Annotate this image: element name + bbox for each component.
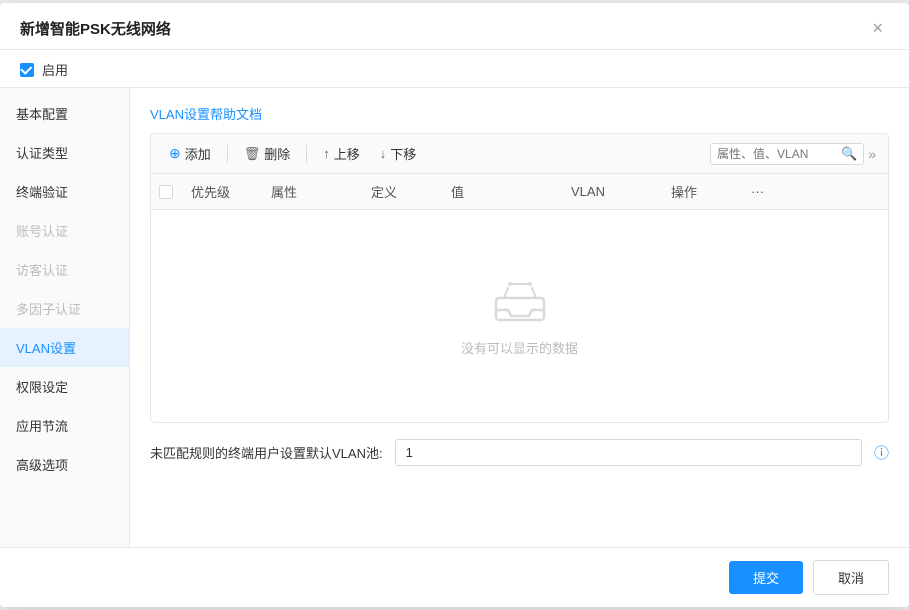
search-input[interactable]	[717, 144, 837, 164]
bottom-section: 未匹配规则的终端用户设置默认VLAN池: ⓘ	[150, 439, 889, 466]
table-container: 优先级 属性 定义 值 VLAN 操作 ···	[150, 173, 889, 423]
move-down-label: 下移	[390, 144, 416, 163]
sidebar-item-auth-type[interactable]: 认证类型	[0, 133, 129, 172]
sidebar-item-mfa: 多因子认证	[0, 289, 129, 328]
col-action: 操作	[663, 182, 743, 201]
sidebar-item-permissions[interactable]: 权限设定	[0, 367, 129, 406]
dialog-title: 新增智能PSK无线网络	[20, 18, 171, 39]
main-content: VLAN设置帮助文档 ⊕ 添加 🗑 删除 ↑ 上移 ↓	[130, 88, 909, 547]
sidebar-item-app-qos[interactable]: 应用节流	[0, 406, 129, 445]
col-attribute: 属性	[263, 182, 363, 201]
separator-1	[227, 145, 228, 163]
default-vlan-input[interactable]	[395, 439, 862, 466]
add-icon: ⊕	[169, 145, 181, 162]
sidebar: 基本配置 认证类型 终端验证 账号认证 访客认证 多因子认证 VLAN设置 权限…	[0, 88, 130, 547]
dialog-header: 新增智能PSK无线网络 ×	[0, 3, 909, 50]
dialog-footer: 提交 取消	[0, 547, 909, 607]
enable-checkbox[interactable]	[20, 63, 34, 77]
move-up-icon: ↑	[323, 146, 330, 161]
col-definition: 定义	[363, 182, 443, 201]
col-checkbox	[151, 185, 183, 199]
enable-row: 启用	[0, 50, 909, 87]
vlan-help-link[interactable]: VLAN设置帮助文档	[150, 104, 262, 123]
expand-icon[interactable]: »	[864, 146, 880, 162]
table-header: 优先级 属性 定义 值 VLAN 操作 ···	[151, 174, 888, 210]
sidebar-item-account-auth: 账号认证	[0, 211, 129, 250]
sidebar-item-terminal-auth[interactable]: 终端验证	[0, 172, 129, 211]
col-vlan: VLAN	[563, 184, 663, 199]
sidebar-item-advanced[interactable]: 高级选项	[0, 445, 129, 484]
default-vlan-label: 未匹配规则的终端用户设置默认VLAN池:	[150, 443, 383, 462]
delete-button[interactable]: 🗑 删除	[234, 140, 301, 167]
sidebar-item-vlan[interactable]: VLAN设置	[0, 328, 129, 367]
empty-text: 没有可以显示的数据	[461, 338, 578, 357]
sidebar-item-guest-auth: 访客认证	[0, 250, 129, 289]
close-button[interactable]: ×	[866, 17, 889, 39]
delete-label: 删除	[264, 144, 290, 163]
empty-data-icon	[488, 274, 552, 326]
cancel-button[interactable]: 取消	[813, 560, 889, 595]
move-up-button[interactable]: ↑ 上移	[313, 140, 370, 167]
submit-button[interactable]: 提交	[729, 561, 803, 594]
search-icon[interactable]: 🔍	[841, 146, 857, 162]
sidebar-item-basic[interactable]: 基本配置	[0, 94, 129, 133]
col-more: ···	[743, 184, 783, 199]
add-label: 添加	[185, 144, 211, 163]
separator-2	[306, 145, 307, 163]
delete-icon: 🗑	[244, 146, 261, 162]
col-value: 值	[443, 182, 563, 201]
add-button[interactable]: ⊕ 添加	[159, 140, 221, 167]
move-down-button[interactable]: ↓ 下移	[370, 140, 427, 167]
enable-label: 启用	[42, 60, 68, 79]
info-icon[interactable]: ⓘ	[874, 442, 889, 463]
toolbar: ⊕ 添加 🗑 删除 ↑ 上移 ↓ 下移	[150, 133, 889, 173]
move-up-label: 上移	[334, 144, 360, 163]
col-priority: 优先级	[183, 182, 263, 201]
table-empty-state: 没有可以显示的数据	[151, 210, 888, 410]
dialog: 新增智能PSK无线网络 × 启用 基本配置 认证类型 终端验证 账号认证 访客认…	[0, 3, 909, 607]
dialog-body: 基本配置 认证类型 终端验证 账号认证 访客认证 多因子认证 VLAN设置 权限…	[0, 87, 909, 547]
search-box: 🔍	[710, 143, 864, 165]
move-down-icon: ↓	[380, 146, 387, 161]
